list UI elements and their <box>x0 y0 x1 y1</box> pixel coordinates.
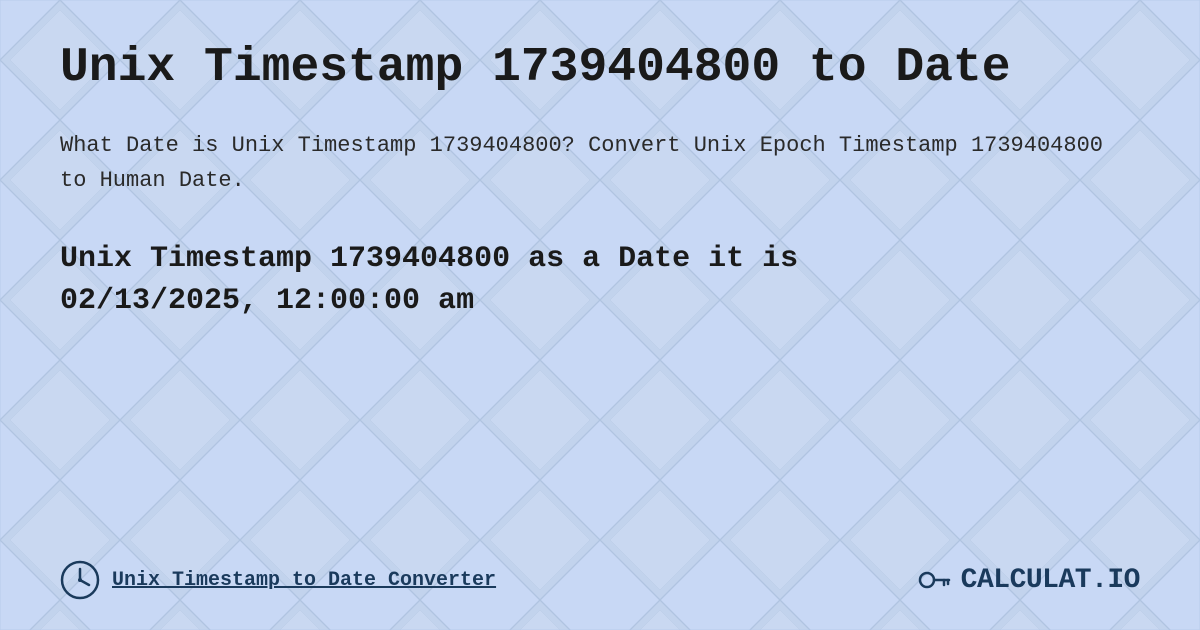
result-line1: Unix Timestamp 1739404800 as a Date it i… <box>60 242 798 276</box>
logo-area: CALCULAT.IO <box>917 562 1140 598</box>
logo-text: CALCULAT.IO <box>961 565 1140 596</box>
clock-icon <box>60 560 100 600</box>
result-line2: 02/13/2025, 12:00:00 am <box>60 284 474 318</box>
result-section: Unix Timestamp 1739404800 as a Date it i… <box>60 238 1140 322</box>
page-title: Unix Timestamp 1739404800 to Date <box>60 40 1140 98</box>
logo-icon <box>917 562 953 598</box>
page-description: What Date is Unix Timestamp 1739404800? … <box>60 128 1140 198</box>
footer: Unix Timestamp to Date Converter CALCULA… <box>60 550 1140 600</box>
footer-link-label[interactable]: Unix Timestamp to Date Converter <box>112 569 496 592</box>
footer-link-area[interactable]: Unix Timestamp to Date Converter <box>60 560 496 600</box>
result-text: Unix Timestamp 1739404800 as a Date it i… <box>60 238 1140 322</box>
